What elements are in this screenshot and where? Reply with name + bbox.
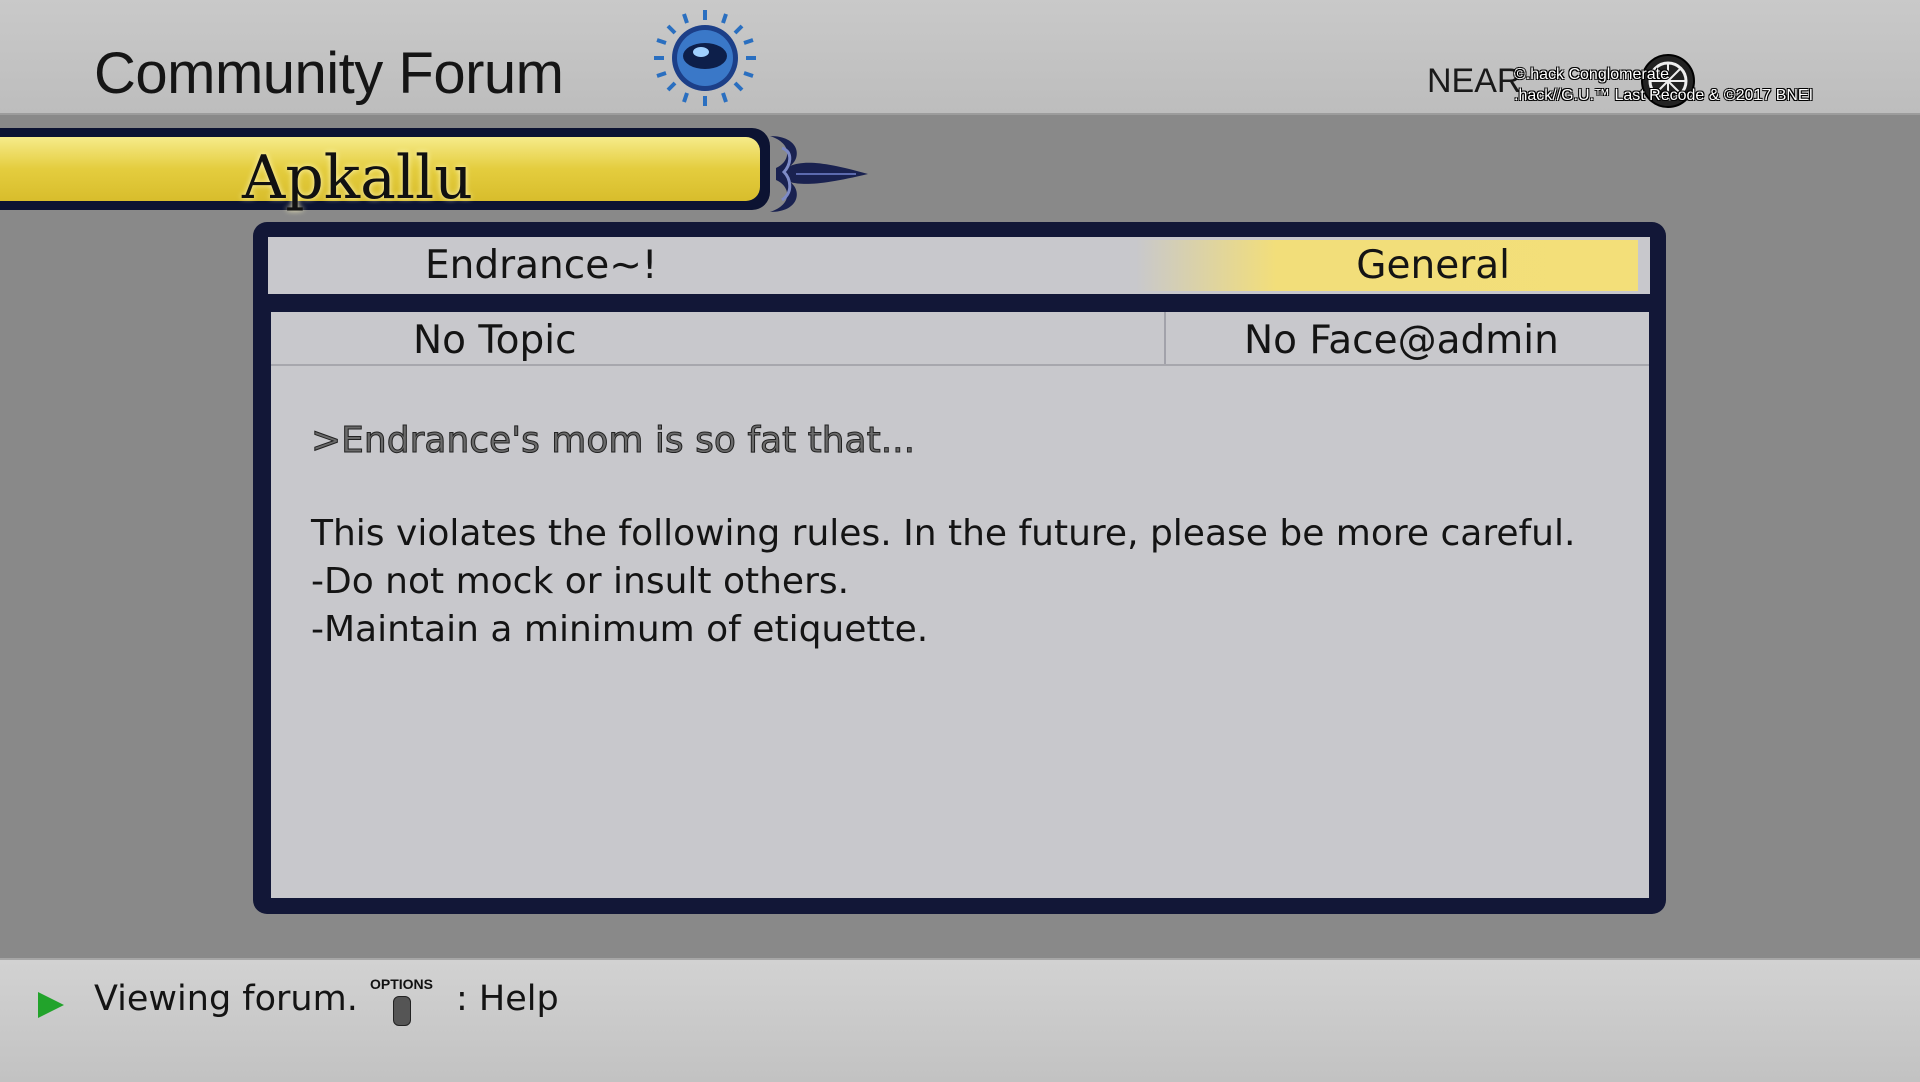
topic-divider (1164, 312, 1166, 364)
post-line: This violates the following rules. In th… (311, 513, 1576, 554)
topic-author: No Face@admin (1244, 318, 1559, 363)
forum-panel: Endrance~! General No Topic No Face@admi… (253, 222, 1666, 914)
options-button-label: OPTIONS (370, 976, 434, 992)
copyright-line-1: ©.hack Conglomerate (1514, 66, 1669, 83)
server-name: Apkallu (242, 143, 473, 213)
post-body: This violates the following rules. In th… (311, 510, 1575, 654)
options-button-icon[interactable]: OPTIONS (370, 976, 434, 1032)
network-label: NEAR (1427, 62, 1522, 100)
post-line: -Maintain a minimum of etiquette. (311, 609, 929, 650)
server-banner-plate: Apkallu (0, 137, 760, 213)
quoted-text: >Endrance's mom is so fat that... (310, 420, 916, 462)
header-bar: Community Forum NEAR ©.hack Conglomerate… (0, 0, 1920, 115)
help-label: : Help (456, 979, 559, 1019)
options-button-shape (393, 996, 411, 1026)
globe-emblem-icon (654, 10, 756, 106)
forum-category: General (1356, 243, 1510, 288)
copyright-line-2: .hack//G.U.™ Last Recode & ©2017 BNEI (1514, 87, 1814, 104)
post-area[interactable]: No Topic No Face@admin >Endrance's mom i… (271, 312, 1649, 898)
copyright-notice: ©.hack Conglomerate .hack//G.U.™ Last Re… (1514, 64, 1813, 106)
post-line: -Do not mock or insult others. (311, 561, 850, 602)
forum-name: Endrance~! (425, 243, 658, 288)
status-text: Viewing forum. (94, 979, 358, 1019)
server-banner: Apkallu (0, 128, 880, 220)
fleur-de-lis-icon (770, 136, 868, 212)
help-bar: Viewing forum. OPTIONS : Help (0, 958, 1920, 1082)
play-arrow-icon (38, 992, 64, 1018)
topic-title: No Topic (413, 318, 577, 363)
page-title: Community Forum (94, 41, 564, 106)
forum-header-row: Endrance~! General (268, 237, 1650, 294)
topic-row: No Topic No Face@admin (271, 312, 1649, 366)
